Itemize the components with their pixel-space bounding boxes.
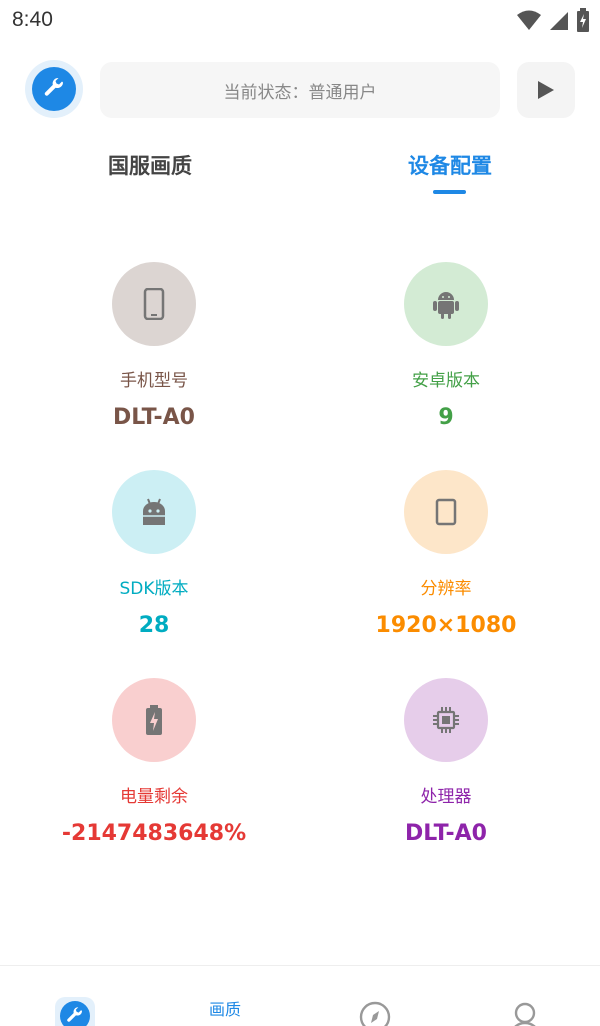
nav-item-quality[interactable]: 画质 xyxy=(150,966,300,1026)
user-icon xyxy=(514,1002,536,1026)
user-status-field: 当前状态：普通用户 xyxy=(100,62,500,118)
resolution-card: 分辨率 1920×1080 xyxy=(326,470,566,640)
android-icon xyxy=(433,292,459,319)
battery-status-icon xyxy=(577,8,589,32)
sdk-version-value: 28 xyxy=(138,613,170,638)
phone-icon-circle xyxy=(112,262,196,346)
android-version-card: 安卓版本 9 xyxy=(326,262,566,432)
nav-item-profile[interactable] xyxy=(450,966,600,1026)
tab-bar: 国服画质 设备配置 xyxy=(0,150,600,200)
battery-card: 电量剩余 -2147483648% xyxy=(34,678,274,848)
android-version-label: 安卓版本 xyxy=(412,371,480,391)
device-model-label: 手机型号 xyxy=(120,371,188,391)
robot-icon-circle xyxy=(112,470,196,554)
bottom-navigation: 画质 xyxy=(0,965,600,1026)
battery-icon-circle xyxy=(112,678,196,762)
processor-card: 处理器 DLT-A0 xyxy=(326,678,566,848)
robot-icon xyxy=(143,498,165,525)
header-row: 当前状态：普通用户 xyxy=(0,60,600,120)
tablet-icon xyxy=(435,498,457,526)
signal-icon xyxy=(550,12,568,30)
resolution-value: 1920×1080 xyxy=(375,613,517,638)
tablet-icon-circle xyxy=(404,470,488,554)
sdk-version-label: SDK版本 xyxy=(119,579,189,599)
processor-value: DLT-A0 xyxy=(405,821,487,846)
wrench-icon xyxy=(60,1001,90,1026)
android-version-value: 9 xyxy=(438,405,454,430)
android-icon-circle xyxy=(404,262,488,346)
app-logo[interactable] xyxy=(25,60,83,118)
chip-icon-circle xyxy=(404,678,488,762)
compass-icon xyxy=(359,1001,391,1026)
status-time: 8:40 xyxy=(12,8,53,31)
status-bar: 8:40 xyxy=(0,0,600,40)
tab-national-quality[interactable]: 国服画质 xyxy=(50,150,250,180)
wifi-icon xyxy=(517,10,541,30)
play-icon xyxy=(538,81,554,99)
nav-quality-label: 画质 xyxy=(208,1000,241,1019)
device-model-value: DLT-A0 xyxy=(113,405,195,430)
nav-home-icon-wrap xyxy=(55,997,95,1026)
sdk-version-card: SDK版本 28 xyxy=(34,470,274,640)
processor-label: 处理器 xyxy=(420,787,472,807)
battery-icon xyxy=(146,705,162,735)
wrench-icon xyxy=(44,77,64,96)
nav-item-discover[interactable] xyxy=(300,966,450,1026)
tab-device-config[interactable]: 设备配置 xyxy=(350,150,550,180)
status-icons xyxy=(516,8,590,32)
battery-value: -2147483648% xyxy=(61,821,247,846)
chip-icon xyxy=(433,707,459,733)
resolution-label: 分辨率 xyxy=(420,579,472,599)
phone-icon xyxy=(143,288,165,320)
nav-item-home[interactable] xyxy=(0,966,150,1026)
device-model-card: 手机型号 DLT-A0 xyxy=(34,262,274,432)
play-button[interactable] xyxy=(517,62,575,118)
battery-label: 电量剩余 xyxy=(120,787,188,807)
active-tab-indicator xyxy=(433,190,466,194)
